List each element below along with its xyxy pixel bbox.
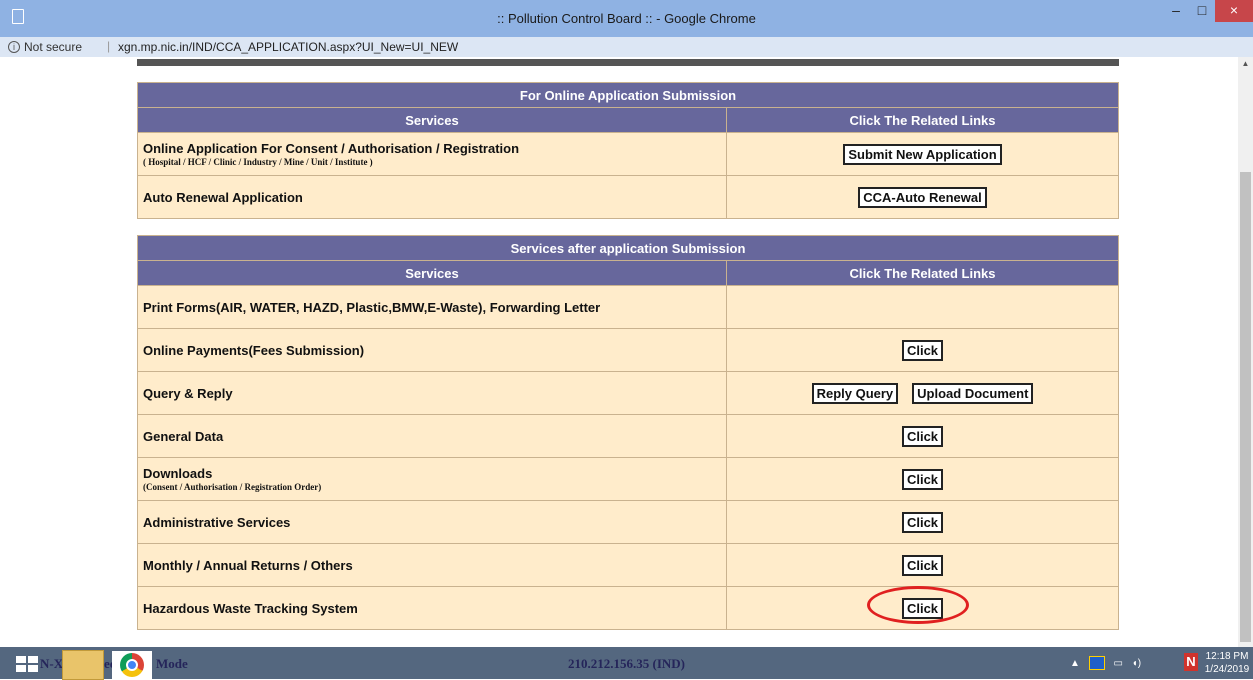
cca-auto-renewal-button[interactable]: CCA-Auto Renewal <box>858 186 987 208</box>
service-cell: Print Forms(AIR, WATER, HAZD, Plastic,BM… <box>137 285 727 329</box>
close-button[interactable]: × <box>1215 0 1253 22</box>
service-sublabel: ( Hospital / HCF / Clinic / Industry / M… <box>143 157 373 167</box>
maximize-button[interactable]: □ <box>1189 0 1215 22</box>
column-header-services: Services <box>137 260 727 286</box>
section-title: For Online Application Submission <box>137 82 1119 108</box>
system-clock[interactable]: 12:18 PM 1/24/2019 <box>1202 650 1252 676</box>
link-cell: Submit New Application <box>726 132 1119 176</box>
notification-app-icon[interactable]: N <box>1184 653 1198 671</box>
info-icon[interactable]: i <box>8 41 20 53</box>
click-button[interactable]: Click <box>901 468 944 490</box>
service-label: Online Payments(Fees Submission) <box>143 342 365 358</box>
link-cell <box>726 285 1119 329</box>
section-title: Services after application Submission <box>137 235 1119 261</box>
service-row: Downloads (Consent / Authorisation / Regi… <box>137 457 1119 501</box>
upload-document-button[interactable]: Upload Document <box>912 382 1034 404</box>
taskbar: N-Xt ed Mode 210.212.156.35 (IND) ▲ ▭ ◖)… <box>0 647 1253 680</box>
top-banner-strip <box>137 59 1119 66</box>
reply-query-button[interactable]: Reply Query <box>811 382 899 404</box>
click-button[interactable]: Click <box>901 554 944 576</box>
column-header-services: Services <box>137 107 727 133</box>
service-row: Administrative Services Click <box>137 500 1119 544</box>
service-label: Downloads <box>143 466 213 481</box>
window-title: :: Pollution Control Board :: - Google C… <box>497 11 756 26</box>
service-row: Online Application For Consent / Authori… <box>137 132 1119 176</box>
service-label: Auto Renewal Application <box>143 189 303 205</box>
network-icon[interactable]: ▭ <box>1113 658 1122 669</box>
service-label: Hazardous Waste Tracking System <box>143 600 358 616</box>
submit-new-application-button[interactable]: Submit New Application <box>843 143 1002 165</box>
service-row: Online Payments(Fees Submission) Click <box>137 328 1119 372</box>
service-row: Monthly / Annual Returns / Others Click <box>137 543 1119 587</box>
service-row: Auto Renewal Application CCA-Auto Renewal <box>137 175 1119 219</box>
online-application-table: For Online Application Submission Servic… <box>137 82 1119 219</box>
click-button[interactable]: Click <box>901 425 944 447</box>
vertical-scrollbar[interactable]: ▲ <box>1238 57 1253 647</box>
action-center-flag-icon[interactable] <box>1088 656 1105 670</box>
service-cell: Auto Renewal Application <box>137 175 727 219</box>
service-row: General Data Click <box>137 414 1119 458</box>
taskbar-ip-text: 210.212.156.35 (IND) <box>568 656 685 671</box>
link-cell: Click <box>726 457 1119 501</box>
service-label: Print Forms(AIR, WATER, HAZD, Plastic,BM… <box>143 299 601 315</box>
scroll-up-icon[interactable]: ▲ <box>1238 59 1253 71</box>
window-title-bar: :: Pollution Control Board :: - Google C… <box>0 0 1253 37</box>
column-header-links: Click The Related Links <box>726 260 1119 286</box>
url-text[interactable]: xgn.mp.nic.in/IND/CCA_APPLICATION.aspx?U… <box>118 40 458 54</box>
link-cell: Click <box>726 543 1119 587</box>
click-button[interactable]: Click <box>901 511 944 533</box>
click-button[interactable]: Click <box>901 339 944 361</box>
service-row: Hazardous Waste Tracking System Click <box>137 585 1119 630</box>
system-tray[interactable]: ▲ ▭ ◖) <box>1070 656 1180 672</box>
service-cell: Online Application For Consent / Authori… <box>137 132 727 176</box>
service-cell: General Data <box>137 414 727 458</box>
link-cell: Click <box>726 328 1119 372</box>
clock-date: 1/24/2019 <box>1204 664 1250 675</box>
clock-time: 12:18 PM <box>1205 651 1249 662</box>
click-button[interactable]: Click <box>901 597 944 619</box>
highlighted-click-wrapper: Click <box>866 585 969 624</box>
link-cell: Click <box>726 414 1119 458</box>
link-cell: Reply Query Upload Document <box>726 371 1119 415</box>
service-cell: Query & Reply <box>137 371 727 415</box>
service-label: Administrative Services <box>143 514 291 530</box>
service-row: Print Forms(AIR, WATER, HAZD, Plastic,BM… <box>137 285 1119 329</box>
service-label: Online Application For Consent / Authori… <box>143 141 520 156</box>
tray-chevron-icon[interactable]: ▲ <box>1070 658 1080 669</box>
scroll-thumb[interactable] <box>1240 172 1251 642</box>
service-cell: Downloads (Consent / Authorisation / Regi… <box>137 457 727 501</box>
column-header-links: Click The Related Links <box>726 107 1119 133</box>
service-row: Query & Reply Reply Query Upload Document <box>137 371 1119 415</box>
address-separator: | <box>107 39 111 53</box>
minimize-button[interactable]: – <box>1163 0 1189 22</box>
service-label: Query & Reply <box>143 385 233 401</box>
service-label: General Data <box>143 428 224 444</box>
service-cell: Hazardous Waste Tracking System <box>137 586 727 630</box>
link-cell: CCA-Auto Renewal <box>726 175 1119 219</box>
security-label[interactable]: Not secure <box>24 40 82 54</box>
link-cell: Click <box>726 500 1119 544</box>
after-submission-table: Services after application Submission Se… <box>137 235 1119 630</box>
service-cell: Administrative Services <box>137 500 727 544</box>
address-bar[interactable]: i Not secure | xgn.mp.nic.in/IND/CCA_APP… <box>0 37 1253 57</box>
volume-icon[interactable]: ◖) <box>1132 658 1141 669</box>
service-cell: Monthly / Annual Returns / Others <box>137 543 727 587</box>
service-sublabel: (Consent / Authorisation / Registration … <box>143 482 322 492</box>
page-content: For Online Application Submission Servic… <box>0 57 1238 647</box>
service-label: Monthly / Annual Returns / Others <box>143 557 353 573</box>
link-cell: Click <box>726 585 1119 630</box>
service-cell: Online Payments(Fees Submission) <box>137 328 727 372</box>
